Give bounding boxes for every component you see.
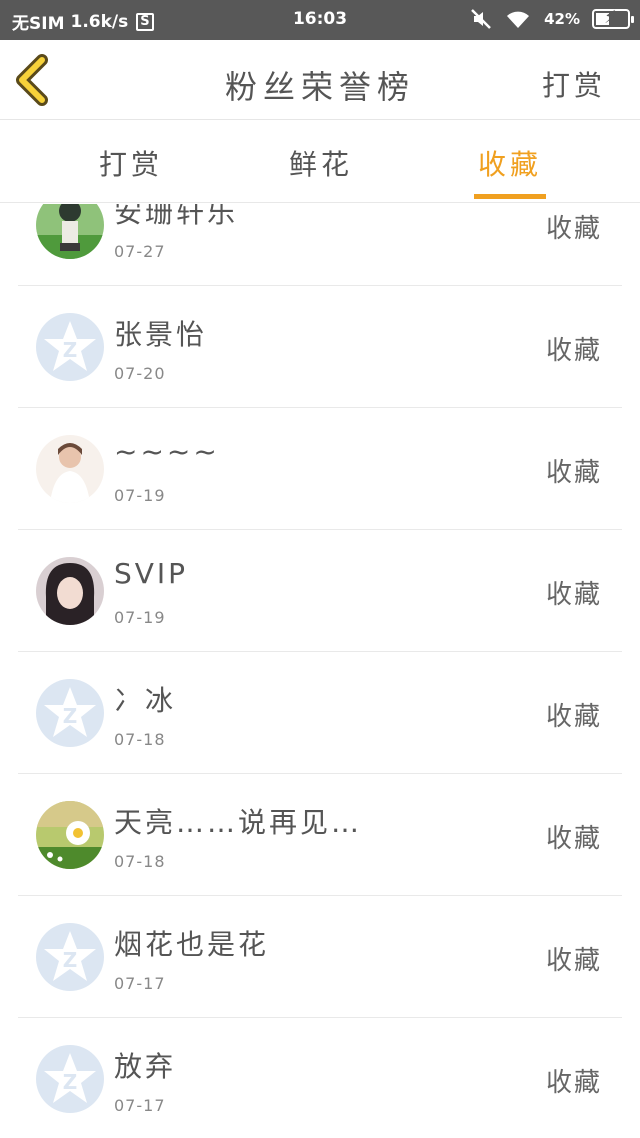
tab-label: 打赏 — [98, 148, 163, 181]
date-label: 07-20 — [114, 364, 166, 383]
date-label: 07-19 — [114, 486, 166, 505]
avatar[interactable] — [36, 801, 104, 869]
avatar[interactable]: Z — [36, 1045, 104, 1113]
tab-flowers[interactable]: 鲜花 — [288, 143, 354, 203]
list-item[interactable]: 天亮……说再见… 07-18 收藏 — [18, 774, 622, 896]
fan-list[interactable]: 安珊轩乐 07-27 收藏 Z 张景怡 07-20 收藏 ~~~~ 07-19 收藏 SVIP 07-… — [0, 204, 640, 1138]
favorite-label: 收藏 — [545, 214, 602, 244]
tab-reward[interactable]: 打赏 — [98, 143, 164, 203]
list-item[interactable]: Z 张景怡 07-20 收藏 — [18, 286, 622, 408]
reward-button[interactable]: 打赏 — [542, 64, 606, 104]
date-label: 07-27 — [114, 242, 166, 261]
date-label: 07-17 — [114, 1096, 166, 1115]
user-name: 烟花也是花 — [114, 928, 270, 961]
date-label: 07-19 — [114, 608, 166, 627]
favorite-label: 收藏 — [545, 946, 602, 976]
svg-text:Z: Z — [63, 338, 78, 362]
list-item[interactable]: ~~~~ 07-19 收藏 — [18, 408, 622, 530]
avatar[interactable] — [36, 204, 104, 259]
favorite-label: 收藏 — [545, 580, 602, 610]
user-name: 天亮……说再见… — [114, 806, 363, 839]
title-bar: 粉丝荣誉榜 打赏 — [0, 40, 640, 120]
favorite-label: 收藏 — [545, 458, 602, 488]
user-name: 安珊轩乐 — [114, 204, 239, 229]
favorite-label: 收藏 — [545, 824, 602, 854]
avatar[interactable] — [36, 435, 104, 503]
date-label: 07-18 — [114, 730, 166, 749]
date-label: 07-17 — [114, 974, 166, 993]
tab-favorites[interactable]: 收藏 — [474, 143, 546, 203]
list-item[interactable]: Z 烟花也是花 07-17 收藏 — [18, 896, 622, 1018]
wifi-icon — [507, 11, 530, 28]
date-label: 07-18 — [114, 852, 166, 871]
user-name: 放弃 — [114, 1050, 177, 1083]
user-name: 张景怡 — [114, 318, 208, 351]
tab-label: 鲜花 — [288, 148, 353, 181]
svg-text:Z: Z — [63, 948, 78, 972]
status-bar: 无SIM 1.6k/s S 16:03 42% ⚡ — [0, 0, 640, 40]
tab-bar: 打赏 鲜花 收藏 — [0, 121, 640, 203]
favorite-label: 收藏 — [545, 1068, 602, 1098]
avatar[interactable]: Z — [36, 679, 104, 747]
battery-percent: 42% — [544, 10, 580, 28]
svg-text:Z: Z — [63, 1070, 78, 1094]
active-tab-indicator — [474, 194, 546, 199]
favorite-label: 收藏 — [545, 336, 602, 366]
mute-icon — [471, 9, 491, 29]
list-item[interactable]: Z 冫冰 07-18 收藏 — [18, 652, 622, 774]
battery-icon: ⚡ — [592, 7, 634, 29]
avatar[interactable] — [36, 557, 104, 625]
list-item[interactable]: Z 放弃 07-17 收藏 — [18, 1018, 622, 1138]
tab-label: 收藏 — [477, 148, 542, 181]
status-right: 42% ⚡ — [470, 7, 634, 30]
list-item[interactable]: 安珊轩乐 07-27 收藏 — [18, 204, 622, 286]
avatar[interactable]: Z — [36, 923, 104, 991]
user-name: ~~~~ — [114, 435, 220, 468]
user-name: SVIP — [114, 557, 189, 590]
list-item[interactable]: SVIP 07-19 收藏 — [18, 530, 622, 652]
user-name: 冫冰 — [114, 684, 177, 717]
svg-text:Z: Z — [63, 704, 78, 728]
avatar[interactable]: Z — [36, 313, 104, 381]
favorite-label: 收藏 — [545, 702, 602, 732]
